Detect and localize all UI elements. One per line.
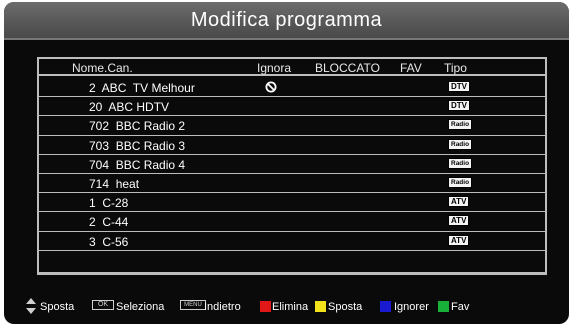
header-type: Tipo [444,61,467,75]
up-down-arrow-icon [26,298,36,314]
channel-row[interactable]: 2 C-44 ATV [39,212,545,232]
channel-name: 702 BBC Radio 2 [89,119,186,134]
green-key-icon [438,301,449,312]
channel-name: 703 BBC Radio 3 [89,138,186,153]
channel-row[interactable]: 1 C-28 ATV [39,193,545,213]
header-locked: BLOCCATO [315,61,380,75]
list-header: Nome.Can. Ignora BLOCCATO FAV Tipo [39,59,545,76]
channel-type-badge: DTV [448,81,470,92]
ignore-icon [265,81,277,93]
red-key-icon [260,301,271,312]
channel-name: 704 BBC Radio 4 [89,157,186,172]
channel-name: 20 ABC HDTV [89,100,170,115]
header-fav: FAV [400,61,422,75]
channel-name: 714 heat [89,176,140,191]
channel-list-panel: Nome.Can. Ignora BLOCCATO FAV Tipo 2 ABC… [37,57,547,275]
channel-type-badge: DTV [448,100,470,112]
channel-type-badge: Radio [448,176,473,188]
header-ignore: Ignora [257,61,292,75]
channel-row[interactable]: 3 C-56 ATV [39,232,545,251]
tv-screen: Modifica programma Nome.Can. Ignora BLOC… [4,2,569,324]
channel-type-badge: ATV [448,196,470,208]
channel-type-badge: ATV [448,215,470,227]
channel-name: 2 C-44 [89,215,129,230]
header-name: Nome.Can. [72,61,133,75]
ignore-label: Ignorer [394,301,429,313]
yellow-key-icon [315,301,326,312]
back-label: Indietro [204,301,241,313]
channel-row[interactable]: 704 BBC Radio 4 Radio [39,155,545,174]
blue-key-icon [380,301,391,312]
channel-row[interactable]: 703 BBC Radio 3 Radio [39,136,545,155]
channel-name: 1 C-28 [89,196,129,211]
channel-row[interactable]: 20 ABC HDTV DTV [39,97,545,117]
channel-row[interactable]: 2 ABC TV Melhour DTV [39,78,545,98]
delete-label: Elimina [272,301,309,313]
footer-legend: Sposta OK Seleziona MENU Indietro Elimin… [4,298,569,316]
channel-row[interactable]: 702 BBC Radio 2 Radio [39,116,545,136]
channel-type-badge: Radio [448,157,473,169]
page-title: Modifica programma [190,9,383,31]
select-label: Seleziona [116,301,165,313]
channel-rows: 2 ABC TV Melhour DTV 20 ABC HDTV DTV 702 BBC… [39,78,545,273]
channel-type-badge: ATV [448,234,470,246]
menu-key-icon: MENU [180,300,206,310]
channel-row[interactable]: 714 heat Radio [39,174,545,194]
channel-name: 2 ABC TV Melhour [89,81,195,95]
channel-type-badge: Radio [448,138,473,150]
empty-row [39,251,545,273]
move2-label: Sposta [328,301,363,313]
channel-type-badge: Radio [448,119,473,131]
ok-key-icon: OK [92,300,114,310]
channel-name: 3 C-56 [89,234,129,249]
fav-label: Fav [451,301,470,313]
title-bar: Modifica programma [4,2,569,40]
move-label: Sposta [40,301,75,313]
